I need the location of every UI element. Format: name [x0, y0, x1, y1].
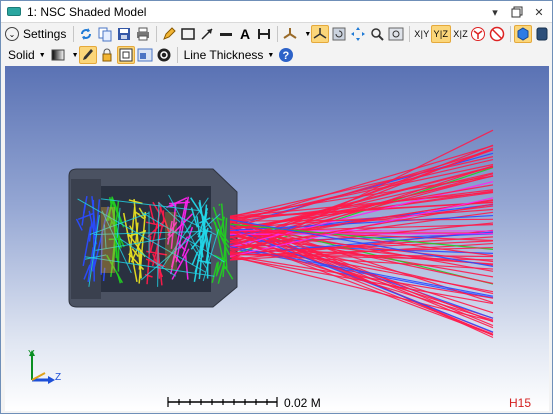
scale-bar — [167, 397, 278, 407]
chevron-down-icon: ▼ — [38, 51, 46, 59]
database-icon[interactable] — [533, 25, 551, 43]
scale-bar-label: 0.02 M — [284, 396, 321, 410]
z-axis-head — [48, 376, 55, 384]
settings-button[interactable]: ⌄ Settings — [5, 27, 66, 41]
line-icon[interactable] — [217, 25, 235, 43]
rotate-view-icon[interactable] — [330, 25, 348, 43]
lens-element — [101, 207, 115, 273]
settings-chevron-icon: ⌄ — [5, 27, 19, 41]
solid-cube-icon[interactable] — [514, 25, 533, 43]
chevron-down-icon[interactable]: ▾ — [486, 3, 504, 21]
toolbar-divider — [277, 26, 279, 42]
toolbar-divider — [156, 26, 158, 42]
svg-text:A: A — [240, 26, 250, 42]
view-xz-button[interactable]: X|Z — [452, 29, 469, 39]
chevron-down-icon[interactable]: ▼ — [72, 52, 79, 59]
color-gradient-icon[interactable] — [49, 46, 67, 64]
view-yz-button[interactable]: Y|Z — [430, 25, 452, 43]
toolbar-divider — [176, 47, 178, 63]
line-thickness-dropdown[interactable]: Line Thickness ▼ — [181, 48, 278, 62]
lock-icon[interactable] — [98, 46, 116, 64]
close-icon[interactable]: ✕ — [530, 3, 548, 21]
brush-icon[interactable] — [78, 46, 97, 64]
chevron-down-icon: ▼ — [267, 51, 275, 59]
view-xy-button[interactable]: X|Y — [413, 29, 430, 39]
ray — [229, 233, 494, 235]
nsc-shaded-model-window: 1: NSC Shaded Model ▾ ✕ ⌄ Settings A ▼ X… — [0, 0, 553, 414]
render-mode-label: Solid — [8, 48, 35, 62]
pencil-icon[interactable] — [160, 25, 178, 43]
rectangle-icon[interactable] — [179, 25, 197, 43]
zoom-extents-icon[interactable] — [387, 25, 405, 43]
model-scene — [29, 129, 494, 407]
zoom-icon[interactable] — [368, 25, 386, 43]
shaded-model-viewport[interactable]: Y Z 0.02 M H15 — [5, 66, 549, 411]
no-rays-icon[interactable] — [488, 25, 506, 43]
secondary-toolbar: Solid ▼ ▼ Line Thickness ▼ ? — [1, 45, 552, 65]
main-toolbar: ⌄ Settings A ▼ X|Y Y|Z X|Z — [1, 23, 552, 45]
fit-view-icon[interactable] — [116, 46, 135, 64]
help-icon[interactable]: ? — [277, 46, 295, 64]
title-bar: 1: NSC Shaded Model ▾ ✕ — [1, 1, 552, 23]
save-icon[interactable] — [115, 25, 133, 43]
render-mode-dropdown[interactable]: Solid ▼ — [5, 48, 49, 62]
ray-bundle-front — [229, 129, 494, 339]
toolbar-divider — [409, 26, 411, 42]
axis-z-label: Z — [55, 372, 62, 383]
line-thickness-label: Line Thickness — [183, 48, 264, 62]
copy-icon[interactable] — [96, 25, 114, 43]
text-icon[interactable]: A — [236, 25, 254, 43]
dimension-icon[interactable] — [255, 25, 273, 43]
axis-orientation-icon[interactable] — [281, 25, 299, 43]
window-layout-icon[interactable] — [136, 46, 154, 64]
settings-label: Settings — [23, 27, 67, 41]
float-window-icon[interactable] — [508, 3, 526, 21]
print-icon[interactable] — [134, 25, 152, 43]
fan-rays-icon[interactable] — [469, 25, 487, 43]
chevron-down-icon[interactable]: ▼ — [304, 31, 311, 38]
ray — [218, 203, 221, 207]
svg-text:?: ? — [283, 50, 290, 62]
toolbar-divider — [510, 26, 512, 42]
refresh-icon[interactable] — [77, 25, 95, 43]
toolbar-divider — [73, 26, 75, 42]
axis-y-label: Y — [28, 349, 35, 360]
rotate-axes-icon[interactable] — [311, 25, 330, 43]
window-buttons: ▾ ✕ — [486, 3, 548, 21]
lens-element — [165, 212, 177, 270]
surface-label: H15 — [509, 396, 532, 410]
window-app-icon — [7, 7, 21, 16]
window-title: 1: NSC Shaded Model — [27, 4, 147, 19]
pan-icon[interactable] — [349, 25, 367, 43]
sync-icon[interactable] — [155, 46, 173, 64]
arrow-icon[interactable] — [198, 25, 216, 43]
